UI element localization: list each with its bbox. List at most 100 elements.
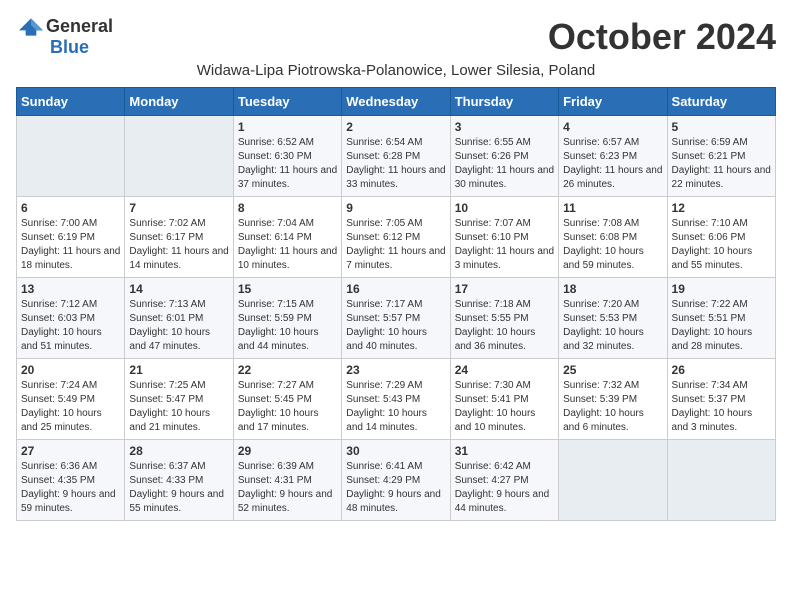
daylight: Daylight: 10 hours and 14 minutes.: [346, 408, 427, 433]
calendar-cell: 1 Sunrise: 6:52 AM Sunset: 6:30 PM Dayli…: [233, 116, 341, 197]
sunrise: Sunrise: 7:00 AM: [21, 218, 97, 229]
day-number: 23: [346, 363, 445, 377]
day-info: Sunrise: 7:15 AM Sunset: 5:59 PM Dayligh…: [238, 298, 337, 354]
sunrise: Sunrise: 7:29 AM: [346, 380, 422, 391]
day-info: Sunrise: 7:07 AM Sunset: 6:10 PM Dayligh…: [455, 217, 554, 273]
daylight: Daylight: 9 hours and 52 minutes.: [238, 489, 333, 514]
sunset: Sunset: 6:17 PM: [129, 232, 203, 243]
sunset: Sunset: 6:01 PM: [129, 313, 203, 324]
sunrise: Sunrise: 6:59 AM: [672, 137, 748, 148]
calendar-week-row: 1 Sunrise: 6:52 AM Sunset: 6:30 PM Dayli…: [17, 116, 776, 197]
day-number: 19: [672, 282, 771, 296]
sunset: Sunset: 6:30 PM: [238, 151, 312, 162]
calendar-cell: 17 Sunrise: 7:18 AM Sunset: 5:55 PM Dayl…: [450, 278, 558, 359]
calendar-cell: 7 Sunrise: 7:02 AM Sunset: 6:17 PM Dayli…: [125, 197, 233, 278]
daylight: Daylight: 11 hours and 7 minutes.: [346, 246, 445, 271]
calendar-cell: 11 Sunrise: 7:08 AM Sunset: 6:08 PM Dayl…: [559, 197, 667, 278]
day-number: 14: [129, 282, 228, 296]
calendar-cell: 2 Sunrise: 6:54 AM Sunset: 6:28 PM Dayli…: [342, 116, 450, 197]
day-number: 30: [346, 444, 445, 458]
calendar-cell: 21 Sunrise: 7:25 AM Sunset: 5:47 PM Dayl…: [125, 359, 233, 440]
day-number: 12: [672, 201, 771, 215]
daylight: Daylight: 11 hours and 26 minutes.: [563, 165, 662, 190]
calendar-header-row: SundayMondayTuesdayWednesdayThursdayFrid…: [17, 88, 776, 116]
day-number: 16: [346, 282, 445, 296]
day-info: Sunrise: 6:39 AM Sunset: 4:31 PM Dayligh…: [238, 460, 337, 516]
sunrise: Sunrise: 7:30 AM: [455, 380, 531, 391]
calendar-cell: 4 Sunrise: 6:57 AM Sunset: 6:23 PM Dayli…: [559, 116, 667, 197]
day-header-thursday: Thursday: [450, 88, 558, 116]
calendar-cell: 9 Sunrise: 7:05 AM Sunset: 6:12 PM Dayli…: [342, 197, 450, 278]
daylight: Daylight: 10 hours and 47 minutes.: [129, 327, 210, 352]
sunrise: Sunrise: 6:37 AM: [129, 461, 205, 472]
calendar-cell: 12 Sunrise: 7:10 AM Sunset: 6:06 PM Dayl…: [667, 197, 775, 278]
calendar-cell: 27 Sunrise: 6:36 AM Sunset: 4:35 PM Dayl…: [17, 440, 125, 521]
daylight: Daylight: 10 hours and 25 minutes.: [21, 408, 102, 433]
day-info: Sunrise: 7:18 AM Sunset: 5:55 PM Dayligh…: [455, 298, 554, 354]
day-info: Sunrise: 7:24 AM Sunset: 5:49 PM Dayligh…: [21, 379, 120, 435]
sunrise: Sunrise: 6:36 AM: [21, 461, 97, 472]
daylight: Daylight: 9 hours and 44 minutes.: [455, 489, 550, 514]
day-info: Sunrise: 7:34 AM Sunset: 5:37 PM Dayligh…: [672, 379, 771, 435]
day-number: 5: [672, 120, 771, 134]
daylight: Daylight: 10 hours and 51 minutes.: [21, 327, 102, 352]
sunrise: Sunrise: 7:12 AM: [21, 299, 97, 310]
sunrise: Sunrise: 7:34 AM: [672, 380, 748, 391]
sunset: Sunset: 6:12 PM: [346, 232, 420, 243]
month-title: October 2024: [548, 16, 776, 58]
header: General Blue October 2024: [16, 16, 776, 58]
daylight: Daylight: 10 hours and 6 minutes.: [563, 408, 644, 433]
day-number: 29: [238, 444, 337, 458]
day-info: Sunrise: 6:36 AM Sunset: 4:35 PM Dayligh…: [21, 460, 120, 516]
daylight: Daylight: 10 hours and 36 minutes.: [455, 327, 536, 352]
sunrise: Sunrise: 7:05 AM: [346, 218, 422, 229]
sunrise: Sunrise: 7:22 AM: [672, 299, 748, 310]
sunrise: Sunrise: 6:42 AM: [455, 461, 531, 472]
calendar-cell: 15 Sunrise: 7:15 AM Sunset: 5:59 PM Dayl…: [233, 278, 341, 359]
day-info: Sunrise: 7:04 AM Sunset: 6:14 PM Dayligh…: [238, 217, 337, 273]
calendar-cell: 3 Sunrise: 6:55 AM Sunset: 6:26 PM Dayli…: [450, 116, 558, 197]
logo-icon: [16, 17, 46, 37]
day-header-sunday: Sunday: [17, 88, 125, 116]
daylight: Daylight: 9 hours and 55 minutes.: [129, 489, 224, 514]
calendar-week-row: 13 Sunrise: 7:12 AM Sunset: 6:03 PM Dayl…: [17, 278, 776, 359]
day-number: 26: [672, 363, 771, 377]
daylight: Daylight: 10 hours and 44 minutes.: [238, 327, 319, 352]
calendar-cell: [559, 440, 667, 521]
day-info: Sunrise: 7:27 AM Sunset: 5:45 PM Dayligh…: [238, 379, 337, 435]
daylight: Daylight: 11 hours and 10 minutes.: [238, 246, 337, 271]
sunset: Sunset: 6:21 PM: [672, 151, 746, 162]
day-number: 10: [455, 201, 554, 215]
day-info: Sunrise: 7:30 AM Sunset: 5:41 PM Dayligh…: [455, 379, 554, 435]
calendar-cell: 26 Sunrise: 7:34 AM Sunset: 5:37 PM Dayl…: [667, 359, 775, 440]
day-info: Sunrise: 7:05 AM Sunset: 6:12 PM Dayligh…: [346, 217, 445, 273]
day-number: 25: [563, 363, 662, 377]
day-number: 11: [563, 201, 662, 215]
sunset: Sunset: 5:47 PM: [129, 394, 203, 405]
sunset: Sunset: 6:10 PM: [455, 232, 529, 243]
calendar-cell: 13 Sunrise: 7:12 AM Sunset: 6:03 PM Dayl…: [17, 278, 125, 359]
calendar-cell: 16 Sunrise: 7:17 AM Sunset: 5:57 PM Dayl…: [342, 278, 450, 359]
calendar-cell: 25 Sunrise: 7:32 AM Sunset: 5:39 PM Dayl…: [559, 359, 667, 440]
day-number: 3: [455, 120, 554, 134]
daylight: Daylight: 10 hours and 17 minutes.: [238, 408, 319, 433]
day-info: Sunrise: 7:25 AM Sunset: 5:47 PM Dayligh…: [129, 379, 228, 435]
calendar-cell: 28 Sunrise: 6:37 AM Sunset: 4:33 PM Dayl…: [125, 440, 233, 521]
sunrise: Sunrise: 6:54 AM: [346, 137, 422, 148]
calendar-cell: [667, 440, 775, 521]
day-number: 28: [129, 444, 228, 458]
day-info: Sunrise: 7:13 AM Sunset: 6:01 PM Dayligh…: [129, 298, 228, 354]
sunset: Sunset: 5:49 PM: [21, 394, 95, 405]
sunrise: Sunrise: 7:08 AM: [563, 218, 639, 229]
day-number: 1: [238, 120, 337, 134]
day-info: Sunrise: 7:08 AM Sunset: 6:08 PM Dayligh…: [563, 217, 662, 273]
calendar-week-row: 6 Sunrise: 7:00 AM Sunset: 6:19 PM Dayli…: [17, 197, 776, 278]
day-info: Sunrise: 6:55 AM Sunset: 6:26 PM Dayligh…: [455, 136, 554, 192]
day-info: Sunrise: 6:57 AM Sunset: 6:23 PM Dayligh…: [563, 136, 662, 192]
sunrise: Sunrise: 7:27 AM: [238, 380, 314, 391]
sunrise: Sunrise: 6:41 AM: [346, 461, 422, 472]
calendar-week-row: 20 Sunrise: 7:24 AM Sunset: 5:49 PM Dayl…: [17, 359, 776, 440]
calendar-cell: [17, 116, 125, 197]
sunset: Sunset: 5:59 PM: [238, 313, 312, 324]
sunset: Sunset: 5:37 PM: [672, 394, 746, 405]
